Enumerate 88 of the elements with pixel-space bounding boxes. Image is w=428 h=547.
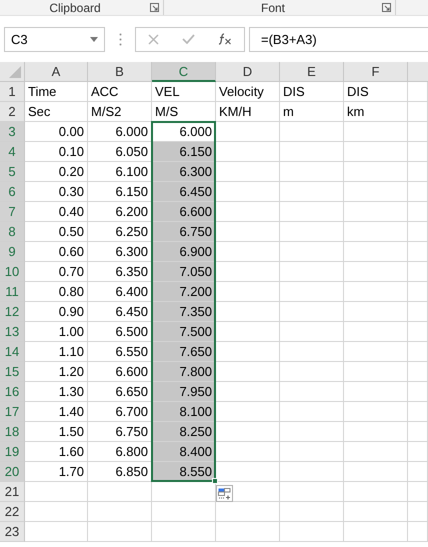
function-icon[interactable] (218, 33, 232, 45)
table-cell: DIS (280, 82, 344, 102)
table-cell: 6.900 (152, 242, 216, 262)
column-header[interactable]: E (280, 62, 344, 82)
table-cell: 0.10 (25, 142, 88, 162)
fill-handle[interactable] (212, 478, 218, 484)
ribbon-group-label: Clipboard (48, 0, 102, 14)
ribbon-group-label: Font (260, 0, 286, 14)
row-header[interactable]: 12 (0, 302, 25, 322)
column-header[interactable]: D (216, 62, 280, 82)
grip-icon (118, 32, 122, 46)
table-cell: 8.250 (152, 422, 216, 442)
dialog-launcher-icon[interactable] (150, 3, 159, 12)
table-cell: M/S2 (88, 102, 152, 122)
table-cell: 1.20 (25, 362, 88, 382)
table-cell: km (344, 102, 408, 122)
row-header[interactable]: 17 (0, 402, 25, 422)
row-header[interactable]: 5 (0, 162, 25, 182)
formula-field[interactable]: =(B3+A3) (249, 26, 428, 52)
row-header[interactable]: 23 (0, 522, 25, 542)
table-cell: 6.450 (152, 182, 216, 202)
row-header[interactable]: 20 (0, 462, 25, 482)
table-cell: 6.750 (152, 222, 216, 242)
table-cell: 7.050 (152, 262, 216, 282)
row-header[interactable]: 16 (0, 382, 25, 402)
table-cell: 0.60 (25, 242, 88, 262)
row-header[interactable]: 7 (0, 202, 25, 222)
table-cell: 0.90 (25, 302, 88, 322)
row-header[interactable]: 18 (0, 422, 25, 442)
dialog-launcher-icon[interactable] (382, 3, 391, 12)
row-header[interactable]: 19 (0, 442, 25, 462)
column-header[interactable]: A (25, 62, 88, 82)
table-cell: Velocity (216, 82, 280, 102)
row-header[interactable]: 3 (0, 122, 25, 142)
row-header[interactable]: 4 (0, 142, 25, 162)
table-cell: ACC (88, 82, 152, 102)
column-header[interactable]: F (344, 62, 408, 82)
table-cell: 7.800 (152, 362, 216, 382)
table-cell: 6.150 (152, 142, 216, 162)
row-header[interactable]: 2 (0, 102, 25, 122)
table-cell: 0.80 (25, 282, 88, 302)
table-cell: 0.70 (25, 262, 88, 282)
row-header[interactable]: 9 (0, 242, 25, 262)
table-cell: 1.50 (25, 422, 88, 442)
row-header[interactable]: 22 (0, 502, 25, 522)
table-cell: Sec (25, 102, 88, 122)
table-cell: 8.400 (152, 442, 216, 462)
name-box[interactable]: C3 (4, 26, 105, 52)
row-header[interactable]: 21 (0, 482, 25, 502)
row-header[interactable]: 1 (0, 82, 25, 102)
row-header[interactable]: 15 (0, 362, 25, 382)
table-cell: 1.60 (25, 442, 88, 462)
table-cell: 8.100 (152, 402, 216, 422)
checkmark-icon[interactable] (182, 34, 195, 44)
table-cell: KM/H (216, 102, 280, 122)
table-cell: 6.300 (152, 162, 216, 182)
table-cell: 0.30 (25, 182, 88, 202)
table-cell: 7.500 (152, 322, 216, 342)
table-cell: 7.650 (152, 342, 216, 362)
row-header[interactable]: 10 (0, 262, 25, 282)
table-cell: 0.50 (25, 222, 88, 242)
table-cell: 0.00 (25, 122, 88, 142)
row-header[interactable]: 11 (0, 282, 25, 302)
table-cell: m (280, 102, 344, 122)
column-header[interactable]: C (152, 62, 216, 82)
table-cell: 1.70 (25, 462, 88, 482)
row-header[interactable]: 14 (0, 342, 25, 362)
table-cell: 7.950 (152, 382, 216, 402)
dropdown-caret-icon (90, 36, 98, 42)
quick-analysis-icon (218, 488, 231, 500)
quick-analysis-button[interactable] (216, 485, 233, 502)
table-cell: 1.00 (25, 322, 88, 342)
table-cell: 0.20 (25, 162, 88, 182)
row-header[interactable]: 6 (0, 182, 25, 202)
table-cell: 6.600 (152, 202, 216, 222)
table-cell: 1.10 (25, 342, 88, 362)
table-cell: VEL (152, 82, 216, 102)
table-cell: DIS (344, 82, 408, 102)
row-header[interactable]: 13 (0, 322, 25, 342)
corner-triangle-icon (9, 66, 21, 78)
table-cell: 0.40 (25, 202, 88, 222)
table-cell: 1.30 (25, 382, 88, 402)
table-cell: 1.40 (25, 402, 88, 422)
row-header[interactable]: 8 (0, 222, 25, 242)
column-header[interactable]: B (88, 62, 152, 82)
table-cell: 7.350 (152, 302, 216, 322)
table-cell: 7.200 (152, 282, 216, 302)
table-cell: Time (25, 82, 88, 102)
